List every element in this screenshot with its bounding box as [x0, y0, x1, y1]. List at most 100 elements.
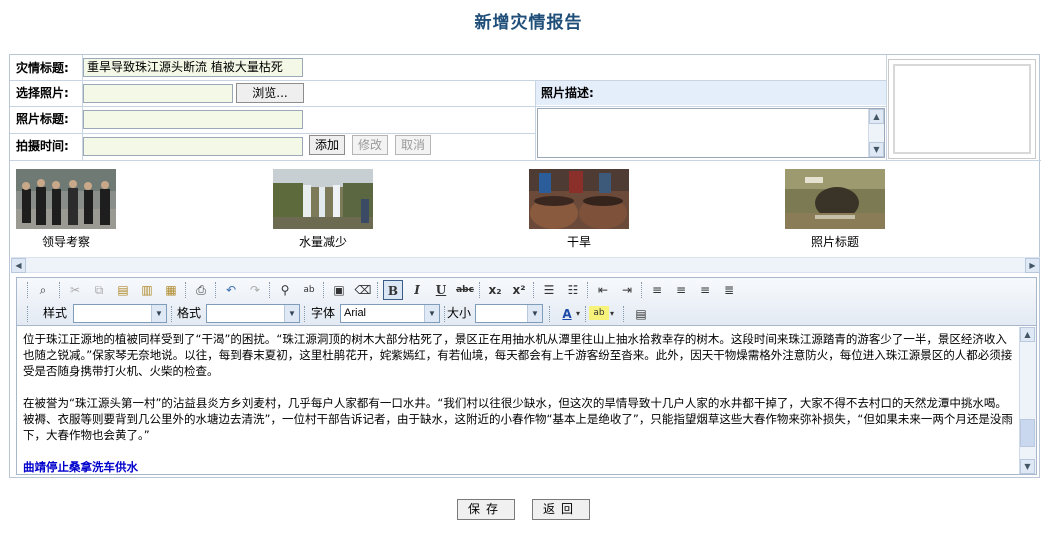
outdent-icon[interactable]: ⇤	[593, 280, 613, 300]
photo-desc-textarea[interactable]: ▲ ▼	[537, 108, 885, 158]
people-photo-icon	[16, 169, 116, 229]
select-all-icon[interactable]: ▣	[329, 280, 349, 300]
thumbnail-caption: 照片标题	[810, 235, 859, 249]
divider	[10, 133, 536, 134]
align-right-icon[interactable]: ≡	[695, 280, 715, 300]
toolbar-separator	[59, 282, 60, 298]
print-icon[interactable]: ⎙	[191, 280, 211, 300]
paste-icon[interactable]: ▤	[113, 280, 133, 300]
rich-text-editor: ⌕ ✂ ⧉ ▤ ▥ ▦ ⎙ ↶ ↷ ⚲ ab ▣ ⌫ B I U abc x₂ …	[16, 277, 1037, 475]
thumbnail-caption: 水量减少	[298, 235, 347, 249]
toolbar-separator	[479, 282, 480, 298]
photo-file-input[interactable]	[83, 84, 233, 103]
scroll-up-icon[interactable]: ▲	[869, 109, 884, 124]
size-select[interactable]: ▼	[475, 304, 543, 323]
subscript-icon[interactable]: x₂	[485, 280, 505, 300]
align-justify-icon[interactable]: ≣	[719, 280, 739, 300]
related-link[interactable]: 曲靖停止桑拿洗车供水	[23, 459, 1014, 474]
photo-preview-frame	[893, 64, 1031, 154]
italic-icon[interactable]: I	[407, 280, 427, 300]
back-button[interactable]: 返回	[532, 499, 590, 520]
waterfall-photo-icon	[273, 169, 373, 229]
edit-button[interactable]: 修改	[352, 135, 388, 155]
align-center-icon[interactable]: ≡	[671, 280, 691, 300]
find-icon[interactable]: ⚲	[275, 280, 295, 300]
divider	[10, 160, 1041, 161]
toolbar-separator	[171, 306, 172, 322]
toolbar-separator	[27, 306, 28, 322]
add-button[interactable]: 添加	[309, 135, 345, 155]
divider	[886, 55, 887, 160]
paragraph: 在被誉为“珠江源头第一村”的沾益县炎方乡刘麦村，几乎每户人家都有一口水井。“我们…	[23, 396, 1013, 442]
toolbar-separator	[323, 282, 324, 298]
chevron-down-icon: ▼	[527, 305, 542, 322]
photo-label: 选择照片:	[11, 81, 81, 105]
font-select[interactable]: Arial ▼	[340, 304, 440, 323]
chevron-down-icon: ▼	[151, 305, 166, 322]
shoot-time-input[interactable]	[83, 137, 303, 156]
undo-icon[interactable]: ↶	[221, 280, 241, 300]
save-button[interactable]: 保存	[457, 499, 515, 520]
format-label: 格式	[177, 306, 202, 320]
preview-icon[interactable]: ⌕	[33, 280, 53, 300]
cancel-button[interactable]: 取消	[395, 135, 431, 155]
editor-content[interactable]: 位于珠江正源地的植被同样受到了“干渴”的困扰。“珠江源洞顶的树木大部分枯死了，景…	[17, 327, 1020, 474]
desc-scrollbar[interactable]: ▲ ▼	[868, 109, 884, 157]
toolbar-separator	[549, 306, 550, 322]
toolbar-separator	[304, 306, 305, 322]
scroll-up-icon[interactable]: ▲	[1020, 327, 1035, 342]
thumbnail-waterfall[interactable]	[273, 169, 373, 229]
thumbnail-scrollbar[interactable]: ◀ ▶	[11, 257, 1040, 273]
redo-icon[interactable]: ↷	[245, 280, 265, 300]
size-label: 大小	[447, 306, 472, 320]
toolbar-separator	[269, 282, 270, 298]
align-left-icon[interactable]: ≡	[647, 280, 667, 300]
remove-format-icon[interactable]: ⌫	[353, 280, 373, 300]
format-select[interactable]: ▼	[206, 304, 300, 323]
bullet-list-icon[interactable]: ☷	[563, 280, 583, 300]
strikethrough-icon[interactable]: abc	[455, 280, 475, 300]
font-label: 字体	[311, 306, 336, 320]
toolbar-separator	[533, 282, 534, 298]
report-form: 灾情标题: 重旱导致珠江源头断流 植被大量枯死 选择照片: 浏览... 照片描述…	[9, 54, 1041, 478]
scroll-down-icon[interactable]: ▼	[869, 142, 884, 157]
style-label: 样式	[43, 306, 68, 320]
photo-title-label: 照片标题:	[11, 107, 81, 131]
toolbar-separator	[215, 282, 216, 298]
water-jars-photo-icon	[529, 169, 629, 229]
scroll-right-icon[interactable]: ▶	[1025, 258, 1040, 273]
title-input[interactable]: 重旱导致珠江源头断流 植被大量枯死	[83, 58, 303, 77]
photo-desc-label: 照片描述:	[536, 81, 886, 105]
editor-scrollbar[interactable]: ▲ ▼	[1019, 327, 1036, 474]
photo-title-input[interactable]	[83, 110, 303, 129]
browse-button[interactable]: 浏览...	[236, 83, 304, 103]
toolbar-separator	[444, 306, 445, 322]
toolbar-separator	[641, 282, 642, 298]
ordered-list-icon[interactable]: ☰	[539, 280, 559, 300]
thumbnail-water-jars[interactable]	[529, 169, 629, 229]
thumbnail-people[interactable]	[16, 169, 116, 229]
indent-icon[interactable]: ⇥	[617, 280, 637, 300]
chevron-down-icon: ▼	[424, 305, 439, 322]
chevron-down-icon[interactable]: ▾	[573, 304, 583, 324]
source-view-icon[interactable]: ▤	[631, 304, 651, 324]
scroll-down-icon[interactable]: ▼	[1020, 459, 1035, 474]
paragraph: 位于珠江正源地的植被同样受到了“干渴”的困扰。“珠江源洞顶的树木大部分枯死了，景…	[23, 332, 1013, 378]
cut-icon[interactable]: ✂	[65, 280, 85, 300]
thumbnail-caption: 干旱	[566, 235, 591, 249]
style-select[interactable]: ▼	[73, 304, 167, 323]
chevron-down-icon[interactable]: ▾	[607, 304, 617, 324]
superscript-icon[interactable]: x²	[509, 280, 529, 300]
scroll-thumb[interactable]	[1020, 419, 1035, 447]
paste-text-icon[interactable]: ▥	[137, 280, 157, 300]
thumbnail-caption: 领导考察	[41, 235, 90, 249]
scroll-left-icon[interactable]: ◀	[11, 258, 26, 273]
thumbnail-cave[interactable]	[785, 169, 885, 229]
underline-icon[interactable]: U	[431, 280, 451, 300]
paste-word-icon[interactable]: ▦	[161, 280, 181, 300]
bold-icon[interactable]: B	[383, 280, 403, 300]
highlight-icon[interactable]: ab	[589, 306, 609, 320]
chevron-down-icon: ▼	[284, 305, 299, 322]
copy-icon[interactable]: ⧉	[89, 280, 109, 300]
replace-icon[interactable]: ab	[299, 280, 319, 300]
